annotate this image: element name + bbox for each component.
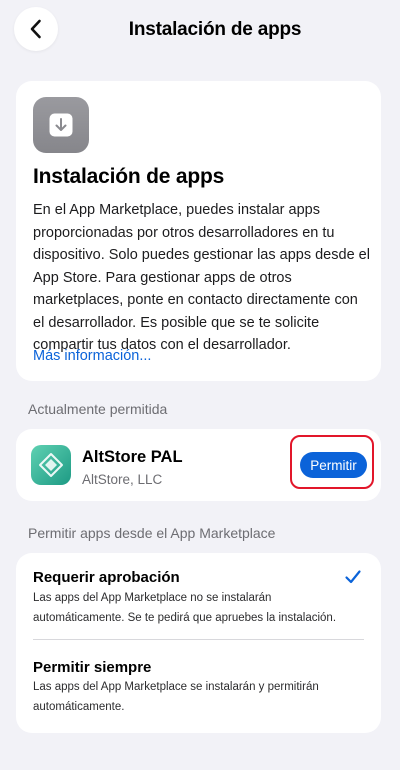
more-info-link[interactable]: Más información... [33, 348, 151, 364]
back-button[interactable] [14, 7, 58, 51]
page-title: Instalación de apps [128, 19, 302, 40]
section-header-marketplace: Permitir apps desde el App Marketplace [28, 525, 276, 541]
altstore-logo-icon [39, 453, 63, 477]
app-name: AltStore PAL [82, 448, 183, 466]
divider [33, 639, 364, 640]
option-description: Las apps del App Marketplace no se insta… [33, 592, 337, 624]
option-description: Las apps del App Marketplace se instalar… [33, 681, 319, 713]
info-card: Instalación de apps En el App Marketplac… [16, 81, 381, 381]
navigation-bar: Instalación de apps [0, 0, 400, 62]
chevron-left-icon [30, 19, 41, 39]
info-description: En el App Marketplace, puedes instalar a… [33, 202, 370, 353]
altstore-app-icon [31, 445, 71, 485]
permit-button[interactable]: Permitir [300, 452, 367, 478]
option-title: Permitir siempre [33, 659, 152, 676]
app-install-icon-tile [33, 97, 89, 153]
checkmark-icon [345, 570, 361, 584]
app-developer: AltStore, LLC [82, 472, 163, 487]
marketplace-options-card: Requerir aprobación Las apps del App Mar… [16, 553, 381, 733]
info-title: Instalación de apps [33, 165, 225, 188]
option-title: Requerir aprobación [33, 569, 180, 586]
download-icon [49, 113, 73, 137]
current-app-card: AltStore PAL AltStore, LLC Permitir [16, 429, 381, 501]
section-header-current: Actualmente permitida [28, 401, 168, 417]
